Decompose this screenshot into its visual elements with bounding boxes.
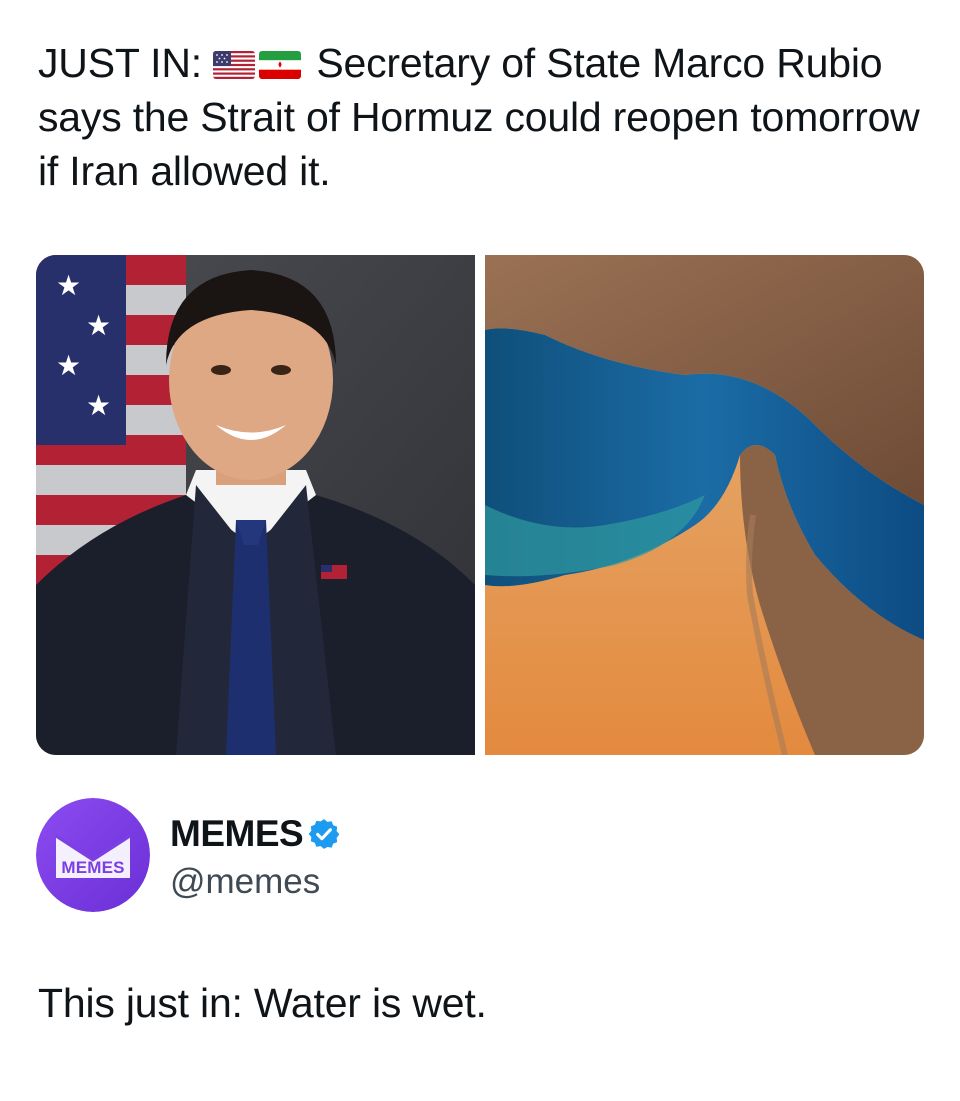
verified-badge-icon — [307, 817, 341, 851]
svg-text:★: ★ — [86, 389, 111, 422]
post-body: says the Strait of Hormuz could reopen t… — [38, 94, 920, 194]
post-prefix: JUST IN: — [38, 40, 202, 86]
avatar[interactable]: MEMES — [36, 798, 150, 912]
svg-text:★: ★ — [56, 269, 81, 302]
quoted-account[interactable]: MEMES MEMES @memes — [36, 798, 924, 928]
post-line1: Secretary of State Marco Rubio — [316, 40, 883, 86]
iran-flag-icon — [259, 51, 302, 79]
display-name-text: MEMES — [170, 813, 304, 854]
post-text: JUST IN: Secretary of State Marco Rubio … — [38, 36, 928, 198]
display-name[interactable]: MEMES — [170, 814, 341, 854]
svg-text:★: ★ — [86, 309, 111, 342]
strait-satellite-photo[interactable] — [485, 255, 924, 755]
reply-text: This just in: Water is wet. — [38, 980, 487, 1026]
svg-text:★: ★ — [56, 349, 81, 382]
portrait-photo[interactable]: ★ ★ ★ ★ — [36, 255, 475, 755]
avatar-label: MEMES — [61, 858, 125, 877]
media-grid[interactable]: ★ ★ ★ ★ — [36, 255, 924, 755]
handle[interactable]: @memes — [170, 862, 320, 902]
us-flag-icon — [213, 51, 256, 79]
